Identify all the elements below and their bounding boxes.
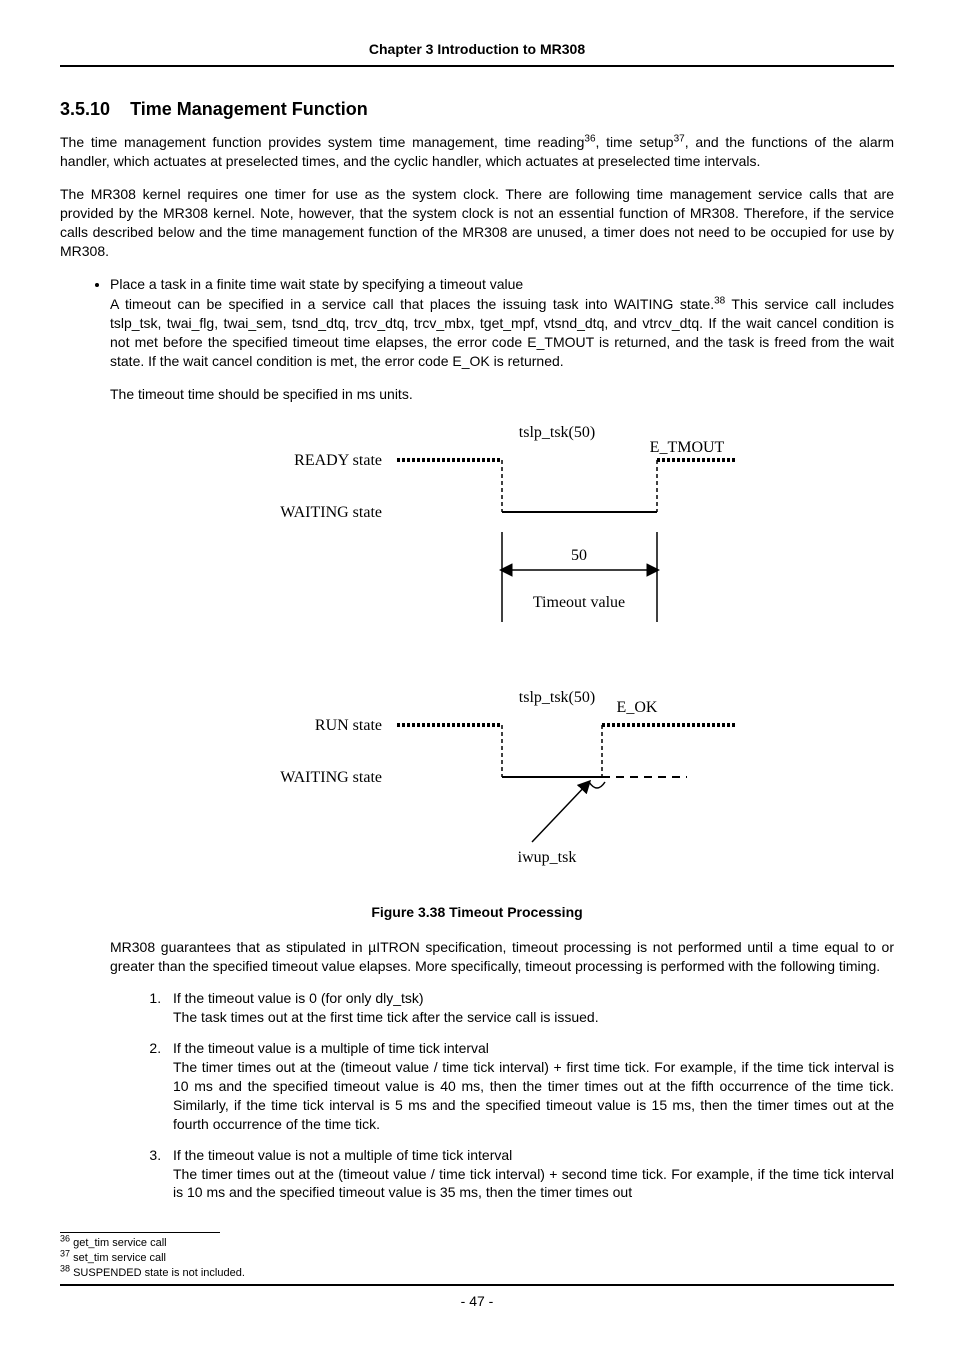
section-title: Time Management Function	[130, 99, 368, 119]
footnote-ref-37: 37	[674, 134, 685, 145]
paragraph-2: The MR308 kernel requires one timer for …	[60, 185, 894, 261]
label-ready: READY state	[294, 452, 382, 469]
label-timeout-value: Timeout value	[533, 594, 625, 611]
page-bottom-rule	[60, 1284, 894, 1286]
bullet-body-b: The timeout time should be specified in …	[110, 385, 894, 404]
list-item-1: If the timeout value is 0 (for only dly_…	[165, 989, 894, 1027]
footnote-37: 37 set_tim service call	[60, 1251, 894, 1266]
label-tslp-bottom: tslp_tsk(50)	[519, 689, 595, 706]
paragraph-after-figure: MR308 guarantees that as stipulated in µ…	[110, 938, 894, 976]
label-waiting-2: WAITING state	[280, 769, 382, 786]
label-tslp-top: tslp_tsk(50)	[519, 424, 595, 441]
footnote-ref-38: 38	[714, 296, 725, 307]
figure-caption: Figure 3.38 Timeout Processing	[60, 903, 894, 922]
list-item-2: If the timeout value is a multiple of ti…	[165, 1039, 894, 1133]
label-eok: E_OK	[617, 699, 658, 716]
list-item-3: If the timeout value is not a multiple o…	[165, 1146, 894, 1203]
bullet-body-a: A timeout can be specified in a service …	[110, 295, 894, 371]
label-run: RUN state	[315, 717, 382, 734]
label-waiting-1: WAITING state	[280, 504, 382, 521]
figure-timeout-processing: tslp_tsk(50) E_TMOUT READY state WAITING…	[60, 422, 894, 877]
bullet-timeout: Place a task in a finite time wait state…	[110, 275, 894, 404]
label-iwup: iwup_tsk	[518, 849, 577, 866]
chapter-header: Chapter 3 Introduction to MR308	[60, 40, 894, 67]
footnote-38: 38 SUSPENDED state is not included.	[60, 1266, 894, 1281]
paragraph-1: The time management function provides sy…	[60, 133, 894, 171]
label-50: 50	[571, 547, 587, 564]
label-etmout: E_TMOUT	[650, 439, 725, 456]
section-number: 3.5.10	[60, 99, 110, 119]
footnote-ref-36: 36	[584, 134, 595, 145]
page-number: - 47 -	[60, 1292, 894, 1311]
section-heading: 3.5.10 Time Management Function	[60, 97, 894, 121]
footnote-36: 36 get_tim service call	[60, 1236, 894, 1251]
footnotes-separator	[60, 1232, 220, 1233]
